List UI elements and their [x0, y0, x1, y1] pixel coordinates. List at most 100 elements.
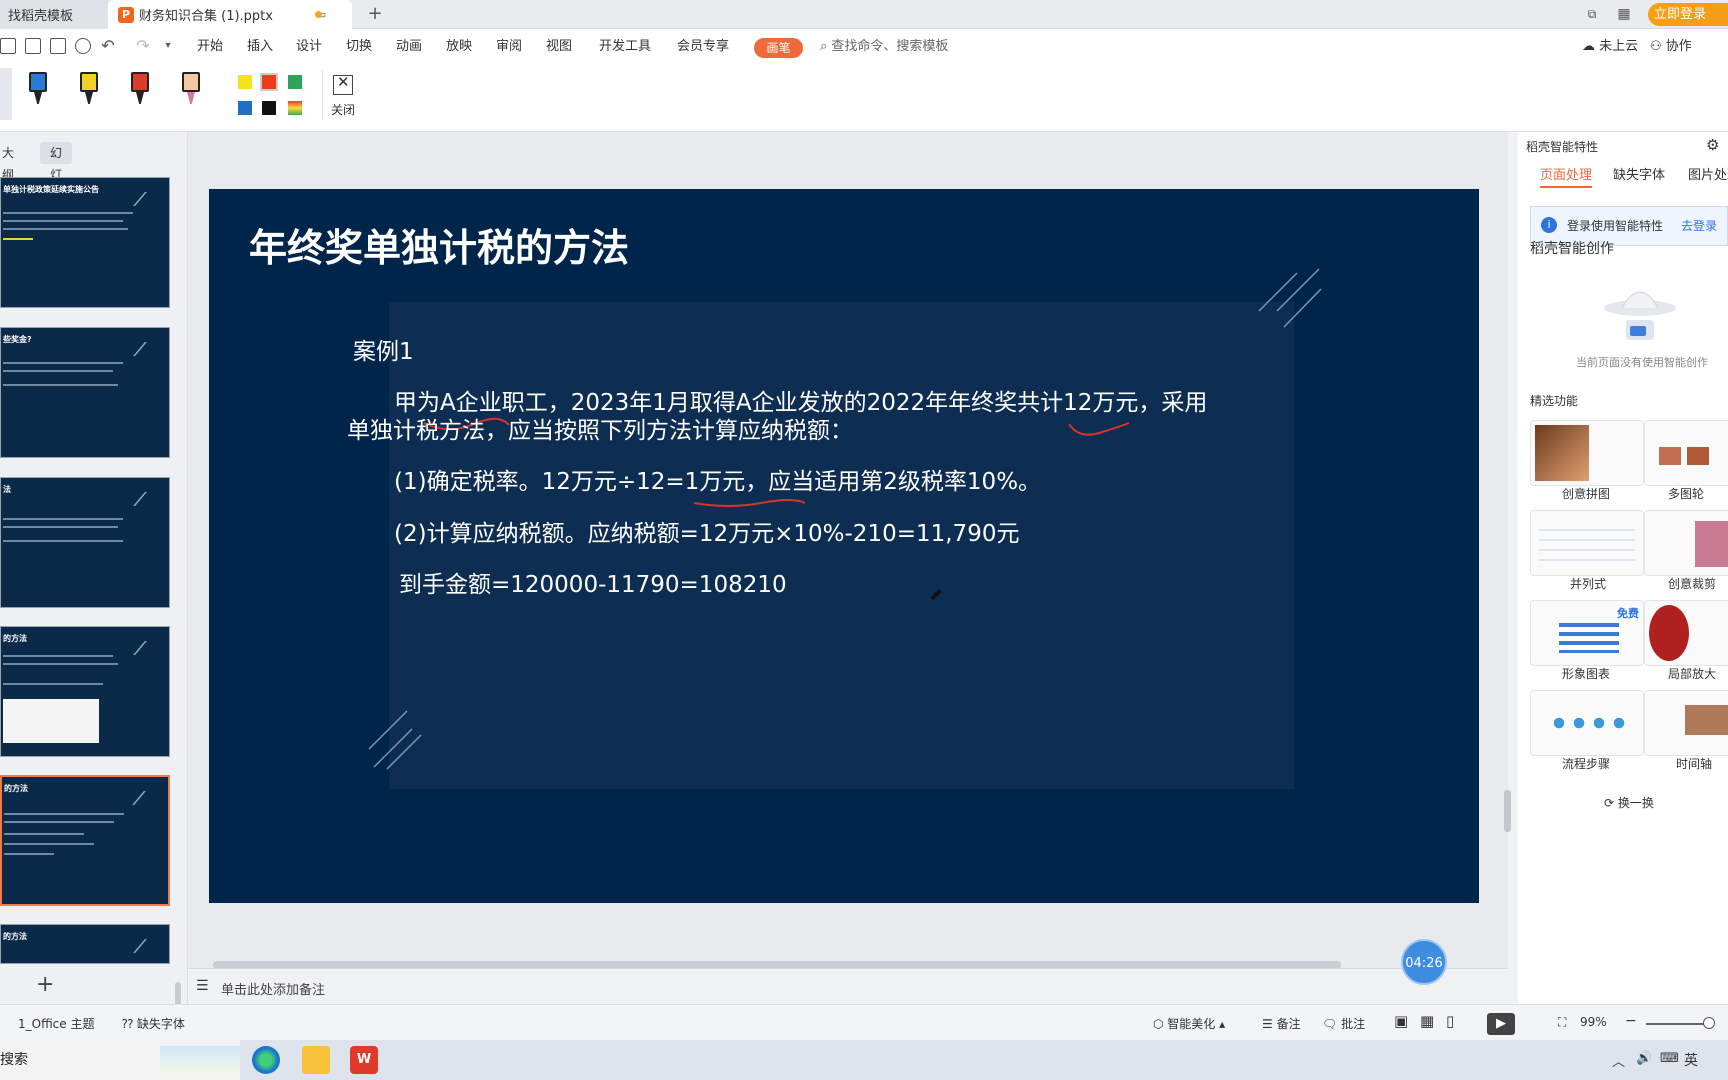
- menu-transition[interactable]: 切换: [346, 29, 372, 64]
- case-heading[interactable]: 案例1: [353, 332, 414, 366]
- color-yellow[interactable]: [238, 75, 252, 89]
- ime-indicator[interactable]: 英: [1684, 1050, 1698, 1070]
- tab-missing-fonts[interactable]: 缺失字体: [1613, 164, 1665, 183]
- tab-slides[interactable]: 幻灯片: [40, 142, 73, 204]
- tab-outline[interactable]: 大纲: [0, 142, 24, 182]
- tab-document[interactable]: P 财务知识合集 (1).pptx ▭: [108, 0, 352, 29]
- slide-thumbnail[interactable]: 的方法: [0, 626, 170, 757]
- timer-badge[interactable]: 04:26: [1401, 939, 1447, 985]
- login-link[interactable]: 去登录: [1681, 217, 1717, 234]
- feature-card[interactable]: [1530, 510, 1644, 576]
- print-icon[interactable]: [50, 38, 66, 54]
- paragraph-3[interactable]: (2)计算应纳税额。应纳税额=12万元×10%-210=11,790元: [394, 514, 1019, 548]
- cloud-status[interactable]: ☁ 未上云: [1582, 29, 1638, 64]
- menu-design[interactable]: 设计: [296, 29, 322, 64]
- color-more[interactable]: [288, 101, 302, 115]
- pen-red[interactable]: [131, 72, 149, 108]
- notes-pane[interactable]: ☰ 单击此处添加备注: [188, 968, 1508, 1004]
- tab-image-processing[interactable]: 图片处理: [1688, 164, 1728, 183]
- feature-card[interactable]: [1530, 420, 1644, 486]
- feature-card[interactable]: [1644, 510, 1728, 576]
- undo-icon[interactable]: ↶: [100, 38, 116, 54]
- export-icon[interactable]: [25, 38, 41, 54]
- missing-font-button[interactable]: ⁇ 缺失字体: [122, 1015, 185, 1032]
- zoom-level[interactable]: 99%: [1580, 1015, 1607, 1029]
- menu-animation[interactable]: 动画: [396, 29, 422, 64]
- pen-blue[interactable]: [29, 72, 47, 108]
- add-slide-icon[interactable]: +: [36, 972, 54, 997]
- thumb-title: 的方法: [3, 634, 27, 643]
- new-tab-icon[interactable]: +: [367, 5, 383, 23]
- slide[interactable]: 年终奖单独计税的方法 案例1 甲为A企业职工，2023年1月取得A企业发放的20…: [209, 189, 1479, 903]
- paragraph-2[interactable]: (1)确定税率。12万元÷12=1万元，应当适用第2级税率10%。: [394, 462, 1041, 496]
- tab-page-processing[interactable]: 页面处理: [1540, 164, 1592, 183]
- beautify-button[interactable]: ⬡ 智能美化 ▴: [1153, 1015, 1225, 1032]
- vertical-scrollbar[interactable]: [1504, 790, 1511, 832]
- menu-slideshow[interactable]: 放映: [446, 29, 472, 64]
- settings-gear-icon[interactable]: ⚙: [1706, 136, 1719, 154]
- menu-developer[interactable]: 开发工具: [599, 29, 651, 64]
- chevron-down-icon[interactable]: ▾: [160, 38, 176, 54]
- notes-button[interactable]: ☰ 备注: [1262, 1015, 1301, 1032]
- color-green[interactable]: [288, 75, 302, 89]
- redo-icon[interactable]: ↷: [135, 38, 151, 54]
- slide-thumbnail[interactable]: 的方法: [0, 924, 170, 964]
- network-icon[interactable]: ⌨: [1660, 1051, 1679, 1066]
- layout-icon[interactable]: ⧉: [1584, 6, 1600, 22]
- feature-label: 并列式: [1570, 577, 1607, 591]
- color-black[interactable]: [262, 101, 276, 115]
- close-icon: ✕: [337, 73, 350, 91]
- thumb-title: 法: [3, 485, 11, 494]
- menu-pen[interactable]: 画笔: [754, 38, 803, 58]
- feature-card[interactable]: 免费: [1530, 600, 1644, 666]
- menu-member[interactable]: 会员专享: [677, 29, 729, 64]
- slide-thumbnail[interactable]: 法: [0, 477, 170, 608]
- color-blue[interactable]: [238, 101, 252, 115]
- taskbar-search[interactable]: 搜索: [0, 1040, 240, 1080]
- feature-card[interactable]: [1644, 600, 1728, 666]
- edge-icon[interactable]: [252, 1046, 280, 1074]
- slide-thumbnail-selected[interactable]: 的方法: [0, 775, 170, 906]
- close-pen-button[interactable]: ✕: [333, 73, 353, 95]
- tray-chevron-icon[interactable]: ︿: [1612, 1051, 1625, 1070]
- eraser[interactable]: [182, 72, 200, 108]
- beautify-label: 智能美化: [1167, 1017, 1216, 1031]
- command-search[interactable]: ⌕ 查找命令、搜索模板: [820, 29, 948, 64]
- slide-thumbnail[interactable]: 单独计税政策延续实施公告: [0, 177, 170, 308]
- tab-docer-template[interactable]: 找稻壳模板: [0, 0, 108, 29]
- fit-icon[interactable]: ⛶: [1558, 1015, 1566, 1030]
- feature-card[interactable]: [1530, 690, 1644, 756]
- comment-button[interactable]: 🗨 批注: [1322, 1015, 1365, 1032]
- panel-header[interactable]: 稻壳智能特性: [1526, 138, 1598, 155]
- volume-icon[interactable]: 🔊: [1636, 1051, 1652, 1066]
- preview-icon[interactable]: [75, 38, 91, 54]
- normal-view-icon[interactable]: ▣: [1394, 1012, 1408, 1030]
- theme-name[interactable]: 1_Office 主题: [18, 1015, 94, 1032]
- pen-cursor-icon: [930, 589, 942, 601]
- paragraph-1b[interactable]: 单独计税方法，应当按照下列方法计算应纳税额：: [347, 411, 853, 445]
- wps-icon[interactable]: W: [350, 1046, 378, 1074]
- file-explorer-icon[interactable]: [302, 1046, 330, 1074]
- grid-apps-icon[interactable]: ▦: [1616, 6, 1632, 22]
- zoom-slider[interactable]: [1646, 1023, 1708, 1025]
- refresh-button[interactable]: ⟳ 换一换: [1604, 794, 1654, 811]
- menu-start[interactable]: 开始: [197, 29, 223, 64]
- feature-card[interactable]: [1644, 690, 1728, 756]
- menu-insert[interactable]: 插入: [247, 29, 273, 64]
- feature-label: 流程步骤: [1562, 757, 1611, 771]
- menu-review[interactable]: 审阅: [496, 29, 522, 64]
- paragraph-4[interactable]: 到手金额=120000-11790=108210: [399, 565, 787, 599]
- slide-thumbnail[interactable]: 些奖金?: [0, 327, 170, 458]
- play-button[interactable]: ▶: [1487, 1013, 1515, 1035]
- collab-button[interactable]: ⚇ 协作: [1650, 29, 1692, 64]
- save-icon[interactable]: [0, 38, 16, 54]
- feature-card[interactable]: [1644, 420, 1728, 486]
- reading-view-icon[interactable]: ▯: [1446, 1012, 1454, 1030]
- zoom-slider-knob[interactable]: [1703, 1017, 1715, 1029]
- login-button[interactable]: 立即登录: [1648, 3, 1728, 26]
- menu-view[interactable]: 视图: [546, 29, 572, 64]
- zoom-out-icon[interactable]: −: [1625, 1013, 1637, 1029]
- slide-sorter-icon[interactable]: ▦: [1420, 1012, 1434, 1030]
- highlighter-yellow[interactable]: [80, 72, 98, 108]
- color-red[interactable]: [260, 73, 278, 91]
